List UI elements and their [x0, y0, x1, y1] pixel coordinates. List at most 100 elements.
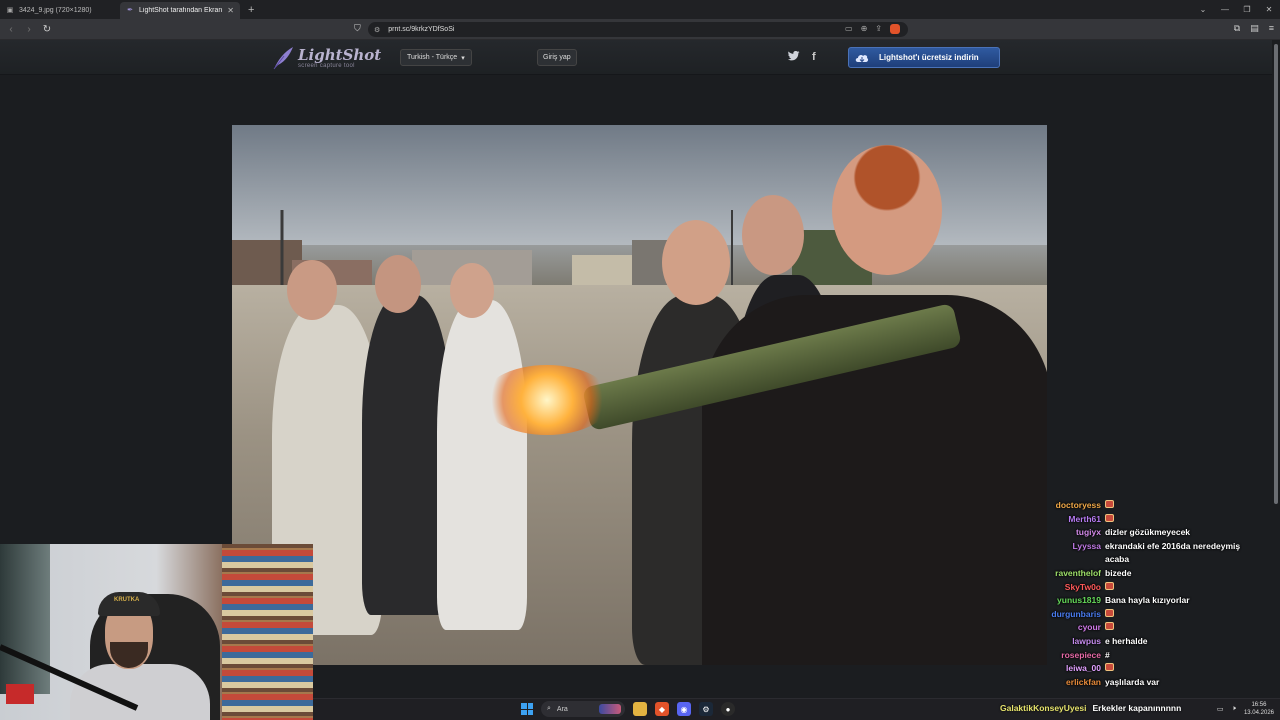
chat-line: durgunbaris: [1030, 608, 1270, 623]
login-button[interactable]: Giriş yap: [537, 49, 577, 66]
chat-message: acaba: [1105, 554, 1130, 565]
chat-line: leiwa_00: [1030, 663, 1270, 677]
screen: ▣ 3424_9.jpg (720×1280) ✒ LightShot tara…: [0, 0, 1280, 720]
reload-button[interactable]: ↻: [40, 24, 54, 35]
window-controls: ⌄ — ❐ ✕: [1192, 0, 1280, 19]
chat-message: yaşlılarda var: [1105, 676, 1160, 687]
webcam-bookshelf: [222, 544, 313, 720]
chevron-down-icon[interactable]: ⌄: [1192, 5, 1214, 14]
emote-icon: [1105, 500, 1114, 508]
chat-username: erlickfan: [1066, 676, 1101, 687]
chat-line: SkyTw0o: [1030, 581, 1270, 596]
emote-icon: [1105, 622, 1114, 631]
facebook-icon[interactable]: f: [812, 51, 816, 63]
chat-line: tugiyx dizler gözükmeyecek: [1030, 527, 1270, 541]
file-explorer-icon[interactable]: [633, 702, 647, 716]
url-text: prnt.sc/9krkzYDfSoSi: [388, 26, 455, 33]
screenshot-image: [232, 125, 1047, 665]
emote-icon: [1105, 663, 1114, 672]
new-tab-button[interactable]: +: [248, 4, 254, 16]
cast-icon[interactable]: ▭: [845, 24, 853, 34]
chat-username: raventhelof: [1055, 567, 1101, 578]
chat-line-bottom: GalaktikKonseyUyesi Erkekler kapanınnnnn: [1000, 703, 1181, 713]
chat-username: durgunbaris: [1051, 608, 1101, 619]
lightshot-logo[interactable]: LightShot screen capture tool: [272, 46, 381, 70]
close-window-button[interactable]: ✕: [1258, 5, 1280, 14]
chat-username: rosepiece: [1061, 649, 1101, 660]
chat-line: lawpus e herhalde: [1030, 636, 1270, 650]
chat-overlay: doctoryess Merth61 tugiyx dizler gözükmeyec…: [1030, 500, 1270, 690]
clock-time: 16:56: [1251, 702, 1267, 708]
forward-button[interactable]: ›: [22, 24, 36, 35]
chat-username: doctoryess: [1055, 500, 1101, 510]
social-links: f: [788, 51, 816, 63]
language-value: Turkish - Türkçe: [407, 54, 458, 61]
bookmark-icon[interactable]: ⛉: [354, 23, 361, 34]
webcam-flag: [6, 684, 34, 704]
restore-button[interactable]: ❐: [1236, 5, 1258, 14]
image-person-head: [450, 263, 494, 318]
tab-image[interactable]: ▣ 3424_9.jpg (720×1280): [0, 2, 120, 19]
download-button[interactable]: Lightshot'ı ücretsiz indirin: [848, 47, 1000, 68]
feather-icon: [273, 47, 293, 70]
webcam-window: [0, 544, 50, 694]
obs-icon[interactable]: ●: [721, 702, 735, 716]
menu-icon[interactable]: ≡: [1269, 23, 1274, 34]
address-bar[interactable]: ⚙ prnt.sc/9krkzYDfSoSi ▭ ⊕ ⇪: [368, 22, 908, 37]
search-placeholder: Ara: [556, 705, 568, 713]
chat-username: GalaktikKonseyUyesi: [1000, 703, 1087, 713]
share-icon[interactable]: ⇪: [875, 24, 882, 34]
site-info-icon[interactable]: ⚙: [374, 26, 380, 34]
zoom-icon[interactable]: ⊕: [861, 24, 868, 34]
clock-date: 13.04.2026: [1243, 710, 1274, 716]
cloud-download-icon: [855, 54, 869, 62]
language-select[interactable]: Turkish - Türkçe ▾: [400, 49, 472, 66]
browser-tab-strip: ▣ 3424_9.jpg (720×1280) ✒ LightShot tara…: [0, 0, 1280, 19]
chat-message: bizede: [1105, 567, 1132, 578]
address-actions: ▭ ⊕ ⇪: [845, 24, 900, 34]
emote-icon: [1105, 581, 1114, 590]
windows-start-icon[interactable]: [521, 703, 533, 715]
feather-icon: ✒: [127, 7, 133, 14]
chat-message: Bana hayla kızıyorlar: [1105, 595, 1190, 606]
chat-line: Lyyssa ekrandaki efe 2016da neredeymiş: [1030, 541, 1270, 555]
chat-username: Lyyssa: [1072, 540, 1101, 551]
webcam-overlay: KRUTKA: [0, 544, 313, 720]
tab-title: 3424_9.jpg (720×1280): [19, 6, 92, 14]
search-icon: ⌕: [547, 705, 551, 712]
image-person-head: [662, 220, 730, 305]
webcam-torso: [70, 664, 210, 720]
tab-lightshot[interactable]: ✒ LightShot tarafından Ekran Görü ✕: [120, 1, 240, 19]
image-person-head: [375, 255, 421, 313]
chat-line: acaba: [1030, 554, 1270, 568]
steam-icon[interactable]: ⚙: [699, 702, 713, 716]
site-header: LightShot screen capture tool Turkish - …: [0, 40, 1272, 75]
brand-name: LightShot: [298, 45, 382, 64]
chat-line: Merth61: [1030, 513, 1270, 528]
close-tab-icon[interactable]: ✕: [227, 6, 234, 15]
image-icon: ▣: [6, 7, 14, 14]
sidebar-icon[interactable]: ▤: [1250, 23, 1259, 34]
twitter-icon[interactable]: [788, 51, 800, 61]
page-scrollbar[interactable]: [1272, 40, 1280, 700]
cap-text: KRUTKA: [114, 597, 140, 603]
discord-icon[interactable]: ◉: [677, 702, 691, 716]
minimize-button[interactable]: —: [1214, 5, 1236, 14]
chat-message: ekrandaki efe 2016da neredeymiş: [1105, 540, 1241, 551]
network-icon[interactable]: ▭: [1217, 705, 1224, 713]
volume-icon[interactable]: 🕨: [1232, 705, 1236, 713]
download-label: Lightshot'ı ücretsiz indirin: [879, 53, 979, 62]
image-person: [437, 300, 527, 630]
image-person-head: [832, 145, 942, 275]
brave-shield-icon[interactable]: [890, 24, 900, 34]
chat-message: dizler gözükmeyecek: [1105, 527, 1191, 538]
chat-username: SkyTw0o: [1064, 581, 1101, 592]
back-button[interactable]: ‹: [4, 24, 18, 35]
scrollbar-thumb[interactable]: [1274, 44, 1278, 504]
brave-icon[interactable]: ◆: [655, 702, 669, 716]
image-blast: [482, 365, 612, 435]
extensions-icon[interactable]: ⧉: [1234, 23, 1240, 34]
browser-tools: ⧉ ▤ ≡: [1234, 23, 1274, 34]
clock[interactable]: 16:56 13.04.2026: [1244, 701, 1274, 717]
taskbar-search[interactable]: ⌕ Ara: [541, 701, 625, 717]
